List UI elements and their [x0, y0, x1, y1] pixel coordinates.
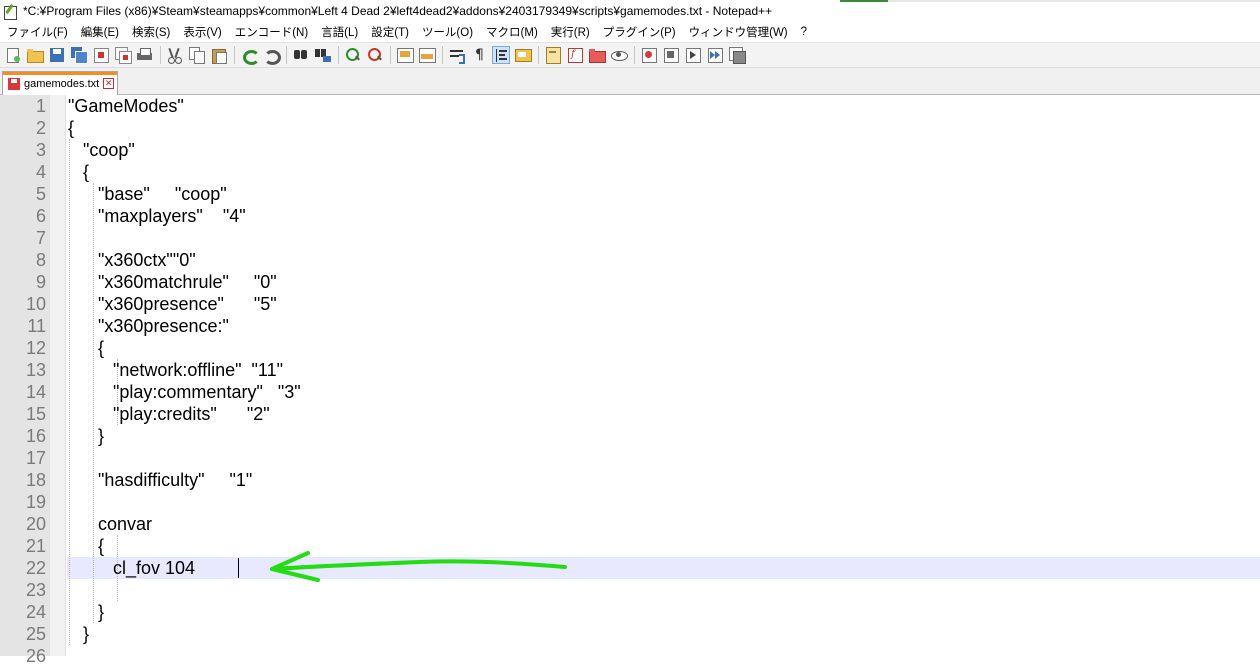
save-all-icon[interactable] [70, 46, 88, 64]
print-icon[interactable] [136, 46, 154, 64]
title-accent [840, 0, 888, 2]
menu-help[interactable]: ? [794, 26, 813, 38]
menu-tools[interactable]: ツール(O) [415, 24, 479, 40]
zoom-in-icon[interactable] [344, 46, 362, 64]
toolbar-separator [442, 46, 443, 64]
menu-edit[interactable]: 編集(E) [74, 24, 125, 40]
toolbar-separator [390, 46, 391, 64]
tab-bar: gamemodes.txt ✕ [0, 68, 1260, 95]
menu-language[interactable]: 言語(L) [314, 24, 364, 40]
sync-vertical-icon[interactable] [396, 46, 414, 64]
stop-recording-icon[interactable] [662, 46, 680, 64]
monitoring-icon[interactable] [610, 46, 628, 64]
toolbar-separator [634, 46, 635, 64]
title-accent-line [888, 0, 1260, 2]
close-tab-icon[interactable]: ✕ [103, 78, 115, 89]
undo-icon[interactable] [240, 46, 260, 65]
new-file-icon[interactable] [4, 46, 22, 64]
paste-icon[interactable] [210, 46, 228, 64]
toolbar-separator [338, 46, 339, 64]
find-icon[interactable] [292, 46, 310, 64]
menu-view[interactable]: 表示(V) [176, 24, 227, 40]
menu-search[interactable]: 検索(S) [125, 24, 176, 40]
record-macro-icon[interactable] [640, 46, 658, 64]
function-list-icon[interactable]: f [566, 46, 584, 64]
text-editor[interactable]: 1 "GameModes" 2 { 3 "coop" 4 { 5 "base" … [0, 95, 1260, 666]
toolbar-separator [286, 46, 287, 64]
run-macro-multiple-icon[interactable] [706, 46, 724, 64]
unsaved-file-icon [8, 77, 20, 90]
copy-icon[interactable] [188, 46, 206, 64]
zoom-out-icon[interactable] [366, 46, 384, 64]
menu-settings[interactable]: 設定(T) [364, 24, 415, 40]
define-language-icon[interactable] [514, 46, 532, 64]
menu-run[interactable]: 実行(R) [544, 24, 596, 40]
title-bar: *C:¥Program Files (x86)¥Steam¥steamapps¥… [0, 0, 1260, 22]
indent-guide-icon[interactable] [492, 46, 510, 64]
menu-plugins[interactable]: プラグイン(P) [596, 24, 682, 40]
save-icon[interactable] [48, 46, 66, 64]
folder-workspace-icon[interactable] [588, 46, 606, 64]
toolbar-separator [538, 46, 539, 64]
window-title: *C:¥Program Files (x86)¥Steam¥steamapps¥… [23, 4, 773, 18]
notepadpp-icon [3, 4, 17, 20]
menu-macro[interactable]: マクロ(M) [479, 24, 544, 40]
document-map-icon[interactable] [544, 46, 562, 64]
replace-icon[interactable] [314, 46, 332, 64]
close-icon[interactable] [92, 46, 110, 64]
toolbar: ¶ f [0, 42, 1260, 68]
menu-encoding[interactable]: エンコード(N) [228, 24, 314, 40]
active-tab-indicator [3, 72, 117, 75]
show-all-characters-icon[interactable]: ¶ [470, 46, 488, 64]
save-macro-icon[interactable] [728, 46, 746, 64]
sync-horizontal-icon[interactable] [418, 46, 436, 64]
menu-window[interactable]: ウィンドウ管理(W) [682, 24, 794, 40]
toolbar-separator [234, 46, 235, 64]
annotation-layer [270, 551, 567, 582]
menu-file[interactable]: ファイル(F) [0, 24, 74, 40]
tab-gamemodes[interactable]: gamemodes.txt ✕ [2, 71, 118, 95]
tab-label: gamemodes.txt [24, 77, 100, 90]
toolbar-separator [160, 46, 161, 64]
redo-icon[interactable] [262, 46, 281, 65]
menu-bar: ファイル(F) 編集(E) 検索(S) 表示(V) エンコード(N) 言語(L)… [0, 22, 1260, 42]
play-macro-icon[interactable] [684, 46, 702, 64]
open-file-icon[interactable] [26, 46, 44, 64]
cut-icon[interactable] [166, 46, 184, 64]
close-all-icon[interactable] [114, 46, 132, 64]
annotation-arrow-shaft [270, 559, 567, 571]
word-wrap-icon[interactable] [448, 46, 466, 64]
